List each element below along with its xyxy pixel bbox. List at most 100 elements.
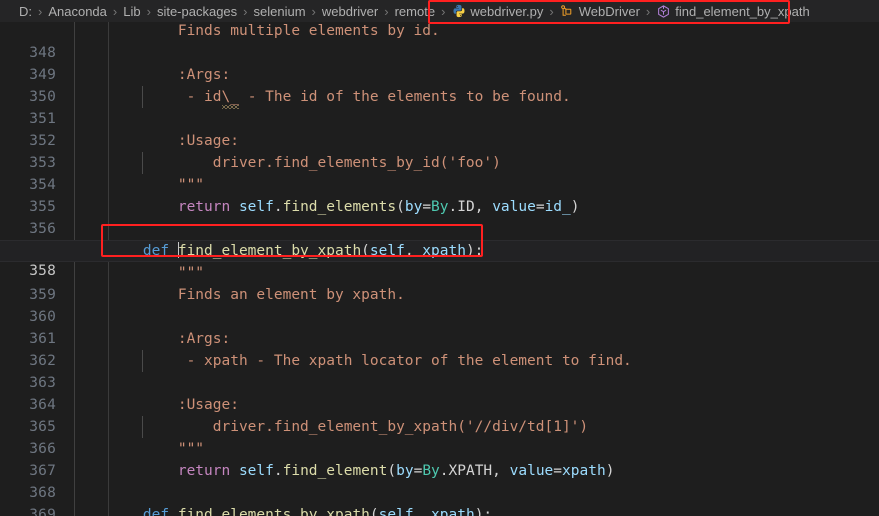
equals-token: =	[553, 463, 563, 479]
keyword-def: def	[108, 507, 178, 516]
code-line[interactable]: 356 return self.find_elements(by=By.ID, …	[0, 196, 879, 237]
comma-token: ,	[413, 507, 432, 516]
code-line[interactable]: 364	[0, 372, 879, 413]
code-line[interactable]: 348 Finds multiple elements by id.	[0, 22, 879, 61]
paren-token: )	[570, 199, 580, 215]
docstring-text: :Args:	[108, 67, 231, 83]
code-text: :Usage:	[108, 130, 239, 152]
code-text: """	[108, 262, 204, 284]
breadcrumb-label: Lib	[123, 3, 141, 19]
breadcrumb-item-drive[interactable]: D:	[18, 4, 33, 19]
code-text: Finds multiple elements by id.	[108, 22, 440, 42]
keyword-return: return	[108, 463, 231, 479]
breadcrumb: D: › Anaconda › Lib › site-packages › se…	[0, 0, 879, 22]
comma-token: ,	[492, 463, 510, 479]
comma-token: ,	[474, 199, 493, 215]
breadcrumb-label: site-packages	[156, 3, 238, 19]
docstring-text: driver.find_element_by_xpath('//div/td[1…	[108, 419, 589, 435]
code-line[interactable]: 355 """	[0, 174, 879, 215]
code-text: - xpath - The xpath locator of the eleme…	[108, 350, 632, 372]
spelling-warning-token: \_	[221, 86, 240, 109]
docstring-text: - xpath - The xpath locator of the eleme…	[108, 353, 632, 369]
docstring-text: - id	[108, 89, 222, 105]
class-symbol-icon	[560, 4, 575, 19]
code-line[interactable]: 353 :Usage:	[0, 130, 879, 171]
function-call-token: find_element	[282, 463, 388, 479]
breadcrumb-label: selenium	[253, 3, 306, 19]
code-line[interactable]: 350 :Args:	[0, 64, 879, 105]
breadcrumb-item-webdriver-class[interactable]: WebDriver	[559, 4, 641, 19]
breadcrumb-label: WebDriver	[578, 3, 640, 19]
breadcrumb-item-remote[interactable]: remote	[394, 4, 436, 19]
breadcrumb-label: remote	[394, 3, 436, 19]
keyword-def: def	[108, 243, 178, 259]
dot-token: .	[273, 463, 283, 479]
paren-token: (	[387, 463, 397, 479]
code-line[interactable]: 370 def find_elements_by_xpath(self, xpa…	[0, 504, 879, 516]
code-line[interactable]: 352	[0, 108, 879, 149]
code-text: Finds an element by xpath.	[108, 284, 405, 306]
breadcrumb-item-webdriver-py[interactable]: webdriver.py	[450, 4, 544, 19]
code-line[interactable]: 365 :Usage:	[0, 394, 879, 435]
code-line[interactable]: 351 - id\_ - The id of the elements to b…	[0, 86, 879, 127]
code-line[interactable]: 359 """	[0, 262, 879, 303]
code-line-active[interactable]: 358 def find_element_by_xpath(self, xpat…	[0, 240, 879, 279]
argument-token: id_	[544, 199, 571, 215]
keyword-return: return	[108, 199, 231, 215]
breadcrumb-separator: ›	[311, 3, 316, 19]
self-token: self	[378, 507, 414, 516]
code-line[interactable]: 367 """	[0, 438, 879, 479]
code-text: :Args:	[108, 64, 230, 86]
docstring-text: Finds multiple elements by id.	[108, 23, 440, 39]
breadcrumb-item-anaconda[interactable]: Anaconda	[47, 4, 108, 19]
code-line[interactable]: 363 - xpath - The xpath locator of the e…	[0, 350, 879, 391]
code-line[interactable]: 349	[0, 42, 879, 83]
self-token: self	[230, 463, 274, 479]
kwarg-token: by	[396, 463, 414, 479]
code-editor[interactable]: 348 Finds multiple elements by id. 349 3…	[0, 22, 879, 516]
code-line[interactable]: 369	[0, 482, 879, 516]
kwarg-token: value	[492, 199, 536, 215]
paren-colon-token: ):	[465, 243, 484, 259]
docstring-delimiter: """	[108, 177, 205, 193]
code-line[interactable]: 368 return self.find_element(by=By.XPATH…	[0, 460, 879, 501]
dot-token: .	[273, 199, 283, 215]
paren-token: (	[396, 199, 405, 215]
breadcrumb-separator: ›	[549, 3, 554, 19]
breadcrumb-separator: ›	[112, 3, 118, 19]
paren-token: (	[361, 243, 370, 259]
docstring-delimiter: """	[108, 265, 205, 281]
breadcrumb-item-site-packages[interactable]: site-packages	[156, 4, 238, 19]
code-line[interactable]: 362 :Args:	[0, 328, 879, 369]
code-text: return self.find_elements(by=By.ID, valu…	[108, 196, 580, 218]
breadcrumb-label: Anaconda	[48, 3, 107, 19]
code-text: :Usage:	[108, 394, 239, 416]
docstring-text: driver.find_elements_by_id('foo')	[108, 155, 501, 171]
code-text: """	[108, 174, 204, 196]
docstring-text: Finds an element by xpath.	[108, 287, 405, 303]
parameter-token: xpath	[431, 507, 475, 516]
docstring-text: - The id of the elements to be found.	[238, 89, 571, 105]
code-line[interactable]: 354 driver.find_elements_by_id('foo')	[0, 152, 879, 193]
code-line[interactable]: 361	[0, 306, 879, 347]
breadcrumb-item-webdriver[interactable]: webdriver	[321, 4, 379, 19]
breadcrumb-label: webdriver	[321, 3, 379, 19]
code-line[interactable]: 360 Finds an element by xpath.	[0, 284, 879, 325]
code-line[interactable]: 357	[0, 218, 879, 259]
breadcrumb-separator: ›	[645, 3, 651, 19]
breadcrumb-item-lib[interactable]: Lib	[122, 4, 141, 19]
code-text: def find_element_by_xpath(self, xpath):	[108, 241, 483, 261]
breadcrumb-item-find-element-by-xpath[interactable]: find_element_by_xpath	[655, 4, 810, 19]
breadcrumb-item-selenium[interactable]: selenium	[253, 4, 307, 19]
code-text: - id\_ - The id of the elements to be fo…	[108, 86, 571, 109]
function-call-token: find_elements	[282, 199, 397, 215]
equals-token: =	[413, 463, 423, 479]
self-token: self	[369, 243, 405, 259]
equals-token: =	[535, 199, 545, 215]
python-file-icon	[451, 4, 466, 19]
code-line[interactable]: 366 driver.find_element_by_xpath('//div/…	[0, 416, 879, 457]
breadcrumb-separator: ›	[146, 3, 151, 19]
function-name-token: find_elements_by_xpath	[177, 507, 370, 516]
comma-token: ,	[404, 243, 423, 259]
breadcrumb-separator: ›	[384, 3, 389, 19]
